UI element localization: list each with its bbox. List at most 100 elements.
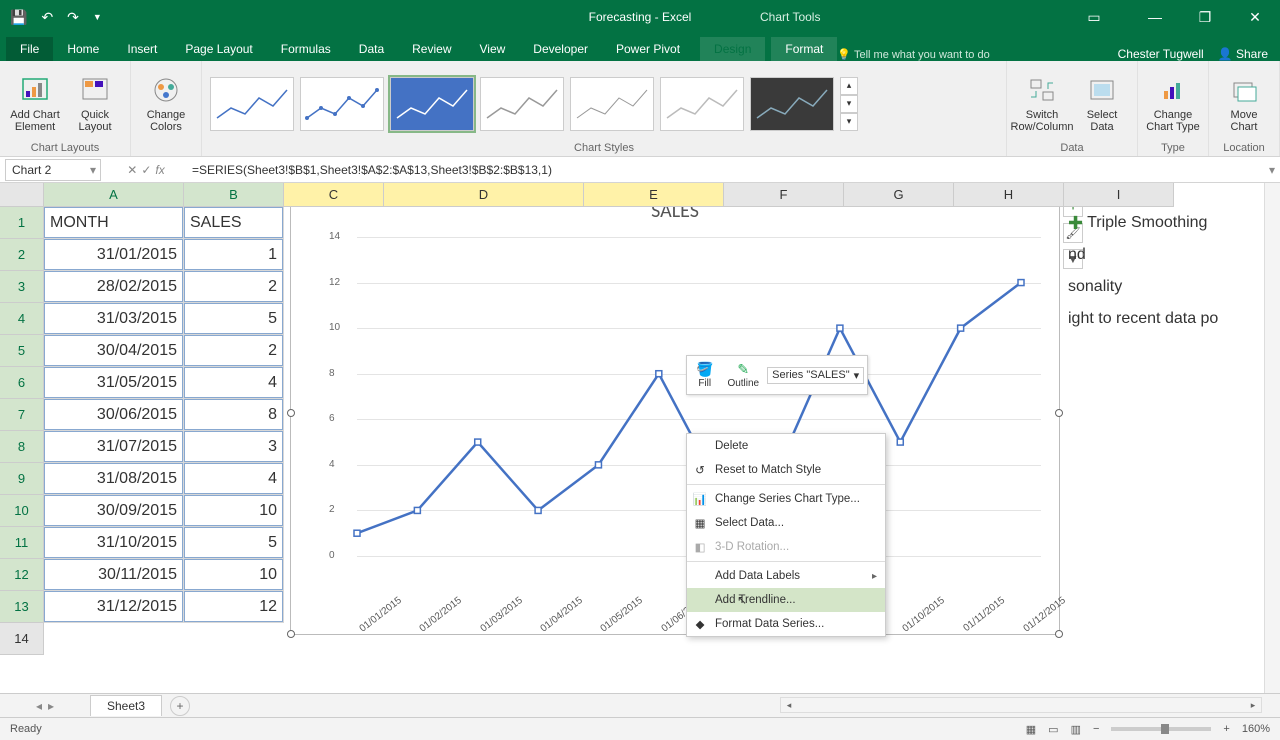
- tab-formulas[interactable]: Formulas: [267, 37, 345, 61]
- ctx-add-trendline[interactable]: Add Trendline...↖: [687, 588, 885, 612]
- select-data-button[interactable]: Select Data: [1075, 74, 1129, 133]
- cell[interactable]: 30/11/2015: [44, 559, 184, 591]
- cell[interactable]: 30/04/2015: [44, 335, 184, 367]
- new-sheet-button[interactable]: +: [170, 696, 190, 716]
- zoom-out-button[interactable]: −: [1093, 723, 1099, 735]
- cell[interactable]: 2: [184, 335, 284, 367]
- row-header-7[interactable]: 7: [0, 399, 44, 431]
- quick-layout-button[interactable]: Quick Layout: [68, 74, 122, 133]
- ctx-change-type[interactable]: 📊Change Series Chart Type...: [687, 487, 885, 511]
- handle-bl[interactable]: [287, 630, 295, 638]
- tab-developer[interactable]: Developer: [519, 37, 602, 61]
- horizontal-scrollbar[interactable]: ◂ ▸: [780, 697, 1262, 713]
- row-header-11[interactable]: 11: [0, 527, 44, 559]
- enter-formula-icon[interactable]: ✓: [141, 163, 151, 177]
- cancel-formula-icon[interactable]: ✕: [127, 163, 137, 177]
- chart-style-2[interactable]: [300, 77, 384, 131]
- row-header-5[interactable]: 5: [0, 335, 44, 367]
- user-name[interactable]: Chester Tugwell: [1118, 47, 1204, 61]
- share-button[interactable]: 👤 Share: [1218, 47, 1268, 61]
- cell[interactable]: 10: [184, 495, 284, 527]
- style-gallery-down[interactable]: ▾: [840, 95, 858, 113]
- qat-dropdown-icon[interactable]: ▼: [93, 12, 102, 22]
- view-page-layout-icon[interactable]: ▭: [1048, 723, 1058, 736]
- cell[interactable]: 31/10/2015: [44, 527, 184, 559]
- cell[interactable]: 4: [184, 463, 284, 495]
- cell[interactable]: SALES: [184, 207, 284, 239]
- ctx-reset[interactable]: ↺Reset to Match Style: [687, 458, 885, 482]
- cell[interactable]: 30/09/2015: [44, 495, 184, 527]
- cell[interactable]: 2: [184, 271, 284, 303]
- namebox-dropdown-icon[interactable]: ▾: [90, 163, 100, 177]
- handle-br[interactable]: [1055, 630, 1063, 638]
- cell[interactable]: 12: [184, 591, 284, 623]
- select-all-cell[interactable]: [0, 183, 44, 207]
- cell[interactable]: 30/06/2015: [44, 399, 184, 431]
- zoom-slider[interactable]: [1111, 727, 1211, 731]
- tab-page-layout[interactable]: Page Layout: [171, 37, 266, 61]
- row-header-8[interactable]: 8: [0, 431, 44, 463]
- cell[interactable]: 3: [184, 431, 284, 463]
- chart-style-7[interactable]: [750, 77, 834, 131]
- tab-file[interactable]: File: [6, 37, 53, 61]
- col-header-A[interactable]: A: [44, 183, 184, 207]
- hscroll-right-icon[interactable]: ▸: [1245, 698, 1261, 712]
- tab-home[interactable]: Home: [53, 37, 113, 61]
- fill-button[interactable]: 🪣Fill: [690, 359, 719, 391]
- row-header-2[interactable]: 2: [0, 239, 44, 271]
- cell[interactable]: 31/05/2015: [44, 367, 184, 399]
- col-header-H[interactable]: H: [954, 183, 1064, 207]
- cell[interactable]: 31/08/2015: [44, 463, 184, 495]
- formula-input[interactable]: =SERIES(Sheet3!$B$1,Sheet3!$A$2:$A$13,Sh…: [186, 163, 1264, 177]
- tab-review[interactable]: Review: [398, 37, 465, 61]
- cell[interactable]: 31/12/2015: [44, 591, 184, 623]
- handle-ml[interactable]: [287, 409, 295, 417]
- row-header-12[interactable]: 12: [0, 559, 44, 591]
- cell[interactable]: 31/03/2015: [44, 303, 184, 335]
- row-header-10[interactable]: 10: [0, 495, 44, 527]
- row-header-4[interactable]: 4: [0, 303, 44, 335]
- sheet-nav-next[interactable]: ▸: [48, 699, 54, 713]
- chart-style-5[interactable]: [570, 77, 654, 131]
- cell[interactable]: 10: [184, 559, 284, 591]
- col-header-I[interactable]: I: [1064, 183, 1174, 207]
- ribbon-display-icon[interactable]: ▭: [1080, 0, 1108, 34]
- chart-style-6[interactable]: [660, 77, 744, 131]
- zoom-level[interactable]: 160%: [1242, 723, 1270, 735]
- tab-insert[interactable]: Insert: [113, 37, 171, 61]
- cell[interactable]: 31/01/2015: [44, 239, 184, 271]
- tab-data[interactable]: Data: [345, 37, 398, 61]
- row-header-13[interactable]: 13: [0, 591, 44, 623]
- view-normal-icon[interactable]: ▦: [1026, 723, 1036, 736]
- tab-format[interactable]: Format: [771, 37, 837, 61]
- ctx-add-data-labels[interactable]: Add Data Labels▸: [687, 564, 885, 588]
- fx-icon[interactable]: fx: [155, 163, 164, 177]
- zoom-in-button[interactable]: +: [1223, 723, 1229, 735]
- row-header-3[interactable]: 3: [0, 271, 44, 303]
- minimize-button[interactable]: —: [1132, 0, 1178, 34]
- tab-power-pivot[interactable]: Power Pivot: [602, 37, 694, 61]
- cell[interactable]: 28/02/2015: [44, 271, 184, 303]
- cell[interactable]: 4: [184, 367, 284, 399]
- cell[interactable]: 5: [184, 527, 284, 559]
- row-header-6[interactable]: 6: [0, 367, 44, 399]
- style-gallery-up[interactable]: ▴: [840, 77, 858, 95]
- col-header-F[interactable]: F: [724, 183, 844, 207]
- cell[interactable]: 1: [184, 239, 284, 271]
- cell[interactable]: 5: [184, 303, 284, 335]
- restore-button[interactable]: ❐: [1182, 0, 1228, 34]
- cell[interactable]: 31/07/2015: [44, 431, 184, 463]
- tab-design[interactable]: Design: [700, 37, 765, 61]
- plot-area[interactable]: 0246810121401/01/201501/02/201501/03/201…: [321, 237, 1041, 556]
- chart-style-4[interactable]: [480, 77, 564, 131]
- row-header-1[interactable]: 1: [0, 207, 44, 239]
- sheet-tab-sheet3[interactable]: Sheet3: [90, 695, 162, 716]
- col-header-E[interactable]: E: [584, 183, 724, 207]
- col-header-D[interactable]: D: [384, 183, 584, 207]
- col-header-G[interactable]: G: [844, 183, 954, 207]
- name-box[interactable]: Chart 2▾: [5, 159, 101, 181]
- chart-object[interactable]: + 🖌 ▼ SALES 0246810121401/01/201501/02/2…: [290, 190, 1060, 635]
- sheet-nav-prev[interactable]: ◂: [36, 699, 42, 713]
- ctx-delete[interactable]: Delete: [687, 434, 885, 458]
- redo-icon[interactable]: ↷: [67, 9, 79, 26]
